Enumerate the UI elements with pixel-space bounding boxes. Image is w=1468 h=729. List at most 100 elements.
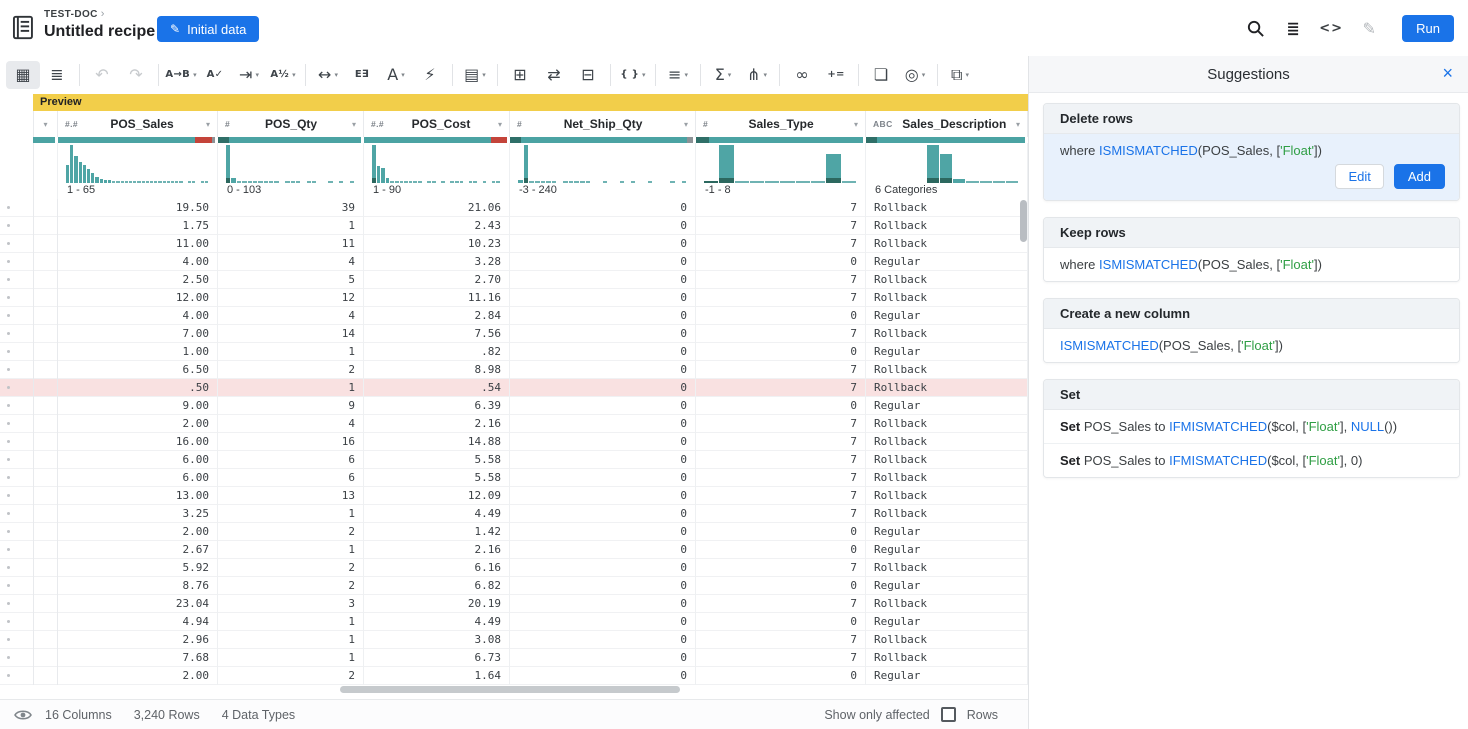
cell-pos_cost[interactable]: 6.16	[364, 559, 510, 577]
row-gutter[interactable]	[0, 379, 33, 396]
cell-net_ship_qty[interactable]: 0	[510, 487, 696, 505]
cell-sales_description[interactable]: Rollback	[866, 235, 1028, 253]
edit-button[interactable]: Edit	[1335, 164, 1383, 189]
cell-sales_description[interactable]: Rollback	[866, 595, 1028, 613]
cell-pos_sales[interactable]: 1.00	[58, 343, 218, 361]
row-gutter[interactable]	[0, 649, 33, 666]
cell-pos_sales[interactable]: 3.25	[58, 505, 218, 523]
add-button[interactable]: Add	[1394, 164, 1445, 189]
cell-sales_description[interactable]: Rollback	[866, 361, 1028, 379]
row-gutter[interactable]	[0, 505, 33, 522]
cell-sales_type[interactable]: 0	[696, 613, 866, 631]
row-select-cell[interactable]	[33, 289, 58, 307]
row-gutter[interactable]	[0, 397, 33, 414]
cell-net_ship_qty[interactable]: 0	[510, 325, 696, 343]
row-select-cell[interactable]	[33, 397, 58, 415]
steps-list-icon[interactable]: ≣	[1282, 16, 1304, 40]
cell-pos_sales[interactable]: 11.00	[58, 235, 218, 253]
cell-sales_type[interactable]: 0	[696, 307, 866, 325]
cell-sales_type[interactable]: 7	[696, 199, 866, 217]
horizontal-scrollbar[interactable]	[340, 686, 680, 693]
cell-pos_sales[interactable]: 2.67	[58, 541, 218, 559]
row-select-cell[interactable]	[33, 631, 58, 649]
cell-pos_qty[interactable]: 1	[218, 217, 364, 235]
histogram-pos_sales[interactable]: 1 - 65	[58, 143, 218, 199]
cell-sales_type[interactable]: 0	[696, 253, 866, 271]
code-icon[interactable]: <>	[1320, 16, 1342, 40]
cell-sales_type[interactable]: 7	[696, 505, 866, 523]
row-gutter[interactable]	[0, 631, 33, 648]
merge-columns-button[interactable]: E∃	[345, 61, 379, 89]
column-menu-chevron-icon[interactable]: ▾	[854, 120, 858, 129]
search-icon[interactable]	[1244, 16, 1266, 40]
row-gutter[interactable]	[0, 217, 33, 234]
column-header-pos_qty[interactable]: #POS_Qty▾	[218, 111, 364, 137]
row-gutter[interactable]	[0, 541, 33, 558]
number-format-button[interactable]: A½▾	[266, 61, 300, 89]
row-select-cell[interactable]	[33, 307, 58, 325]
cell-pos_cost[interactable]: 1.64	[364, 667, 510, 685]
eyedropper-icon[interactable]: ✎	[1358, 16, 1380, 40]
cell-pos_qty[interactable]: 1	[218, 631, 364, 649]
cell-sales_type[interactable]: 0	[696, 577, 866, 595]
cell-sales_description[interactable]: Regular	[866, 253, 1028, 271]
cell-sales_type[interactable]: 0	[696, 397, 866, 415]
cell-sales_description[interactable]: Regular	[866, 541, 1028, 559]
cell-pos_cost[interactable]: 4.49	[364, 613, 510, 631]
row-gutter[interactable]	[0, 253, 33, 270]
cell-sales_description[interactable]: Rollback	[866, 271, 1028, 289]
cell-pos_sales[interactable]: 4.00	[58, 253, 218, 271]
cell-net_ship_qty[interactable]: 0	[510, 271, 696, 289]
fill-right-button[interactable]: ⇥▾	[232, 61, 266, 89]
row-select-cell[interactable]	[33, 451, 58, 469]
column-menu-chevron-icon[interactable]: ▾	[206, 120, 210, 129]
cell-sales_description[interactable]: Rollback	[866, 433, 1028, 451]
row-gutter[interactable]	[0, 523, 33, 540]
cell-pos_qty[interactable]: 1	[218, 343, 364, 361]
cell-pos_qty[interactable]: 2	[218, 523, 364, 541]
target-button[interactable]: ◎▾	[898, 61, 932, 89]
row-gutter[interactable]	[0, 199, 33, 216]
row-gutter[interactable]	[0, 667, 33, 684]
replace-values-button[interactable]: A→B▾	[164, 61, 198, 89]
cell-pos_cost[interactable]: .54	[364, 379, 510, 397]
cell-pos_sales[interactable]: 7.68	[58, 649, 218, 667]
cell-sales_description[interactable]: Rollback	[866, 469, 1028, 487]
cell-pos_qty[interactable]: 5	[218, 271, 364, 289]
suggestion-formula[interactable]: ISMISMATCHED(POS_Sales, ['Float'])	[1044, 329, 1459, 362]
cell-sales_description[interactable]: Regular	[866, 667, 1028, 685]
cell-sales_type[interactable]: 7	[696, 559, 866, 577]
cell-pos_sales[interactable]: 2.50	[58, 271, 218, 289]
cell-sales_type[interactable]: 7	[696, 469, 866, 487]
cell-pos_sales[interactable]: 23.04	[58, 595, 218, 613]
cell-sales_type[interactable]: 7	[696, 433, 866, 451]
cell-sales_type[interactable]: 7	[696, 595, 866, 613]
cell-net_ship_qty[interactable]: 0	[510, 595, 696, 613]
row-select-cell[interactable]	[33, 325, 58, 343]
cell-pos_cost[interactable]: .82	[364, 343, 510, 361]
cell-sales_type[interactable]: 7	[696, 487, 866, 505]
row-gutter[interactable]	[0, 361, 33, 378]
cell-net_ship_qty[interactable]: 0	[510, 505, 696, 523]
row-select-cell[interactable]	[33, 649, 58, 667]
row-gutter[interactable]	[0, 559, 33, 576]
cell-net_ship_qty[interactable]: 0	[510, 541, 696, 559]
join-button[interactable]: ⋔▾	[740, 61, 774, 89]
histogram-net_ship_qty[interactable]: -3 - 240	[510, 143, 696, 199]
row-select-cell[interactable]	[33, 595, 58, 613]
cell-pos_qty[interactable]: 6	[218, 469, 364, 487]
cell-net_ship_qty[interactable]: 0	[510, 649, 696, 667]
cell-pos_cost[interactable]: 3.28	[364, 253, 510, 271]
cell-pos_cost[interactable]: 5.58	[364, 451, 510, 469]
cell-pos_qty[interactable]: 14	[218, 325, 364, 343]
cell-sales_description[interactable]: Rollback	[866, 217, 1028, 235]
cell-pos_sales[interactable]: 4.94	[58, 613, 218, 631]
cell-pos_qty[interactable]: 2	[218, 577, 364, 595]
cell-pos_sales[interactable]: 6.00	[58, 451, 218, 469]
cell-sales_type[interactable]: 7	[696, 415, 866, 433]
cell-sales_description[interactable]: Regular	[866, 307, 1028, 325]
vertical-scrollbar[interactable]	[1020, 200, 1027, 242]
row-select-cell[interactable]	[33, 559, 58, 577]
cell-pos_sales[interactable]: 6.50	[58, 361, 218, 379]
cell-pos_cost[interactable]: 6.82	[364, 577, 510, 595]
